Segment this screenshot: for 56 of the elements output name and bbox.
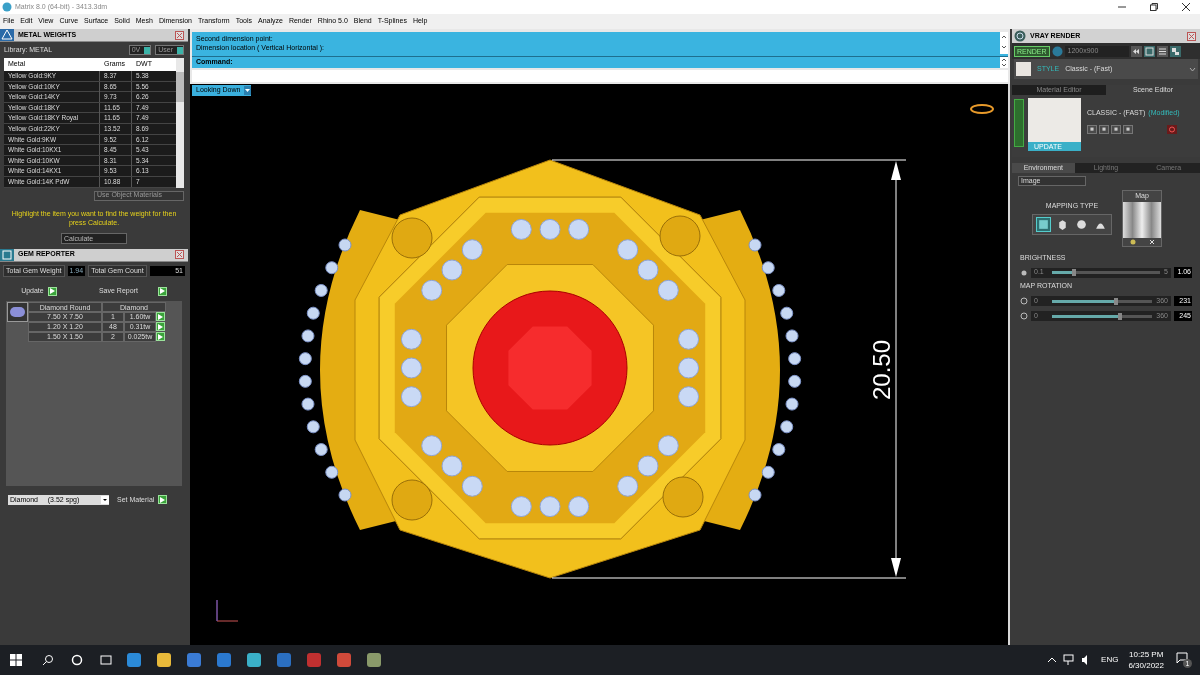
app-icon[interactable] [306,652,322,668]
chevron-up-icon[interactable] [1047,656,1058,664]
rewind-icon[interactable] [1130,45,1142,57]
play-icon[interactable] [156,332,165,342]
app-icon[interactable] [366,652,382,668]
play-icon[interactable] [157,286,167,296]
notification-icon [1176,652,1188,664]
settings-icon[interactable] [1143,45,1155,57]
globe-icon[interactable] [1051,45,1063,57]
palette-icon[interactable] [1129,238,1136,245]
close-button[interactable] [175,250,184,260]
sun-icon [1020,268,1028,277]
close-button[interactable] [175,30,184,40]
reset-icon[interactable] [1167,124,1177,134]
spinner-arrows-icon[interactable] [1000,57,1008,68]
vray-logo-icon [1014,30,1026,42]
axis-icon [216,599,239,622]
task-view-icon[interactable] [100,654,112,666]
gem-report-icon [0,248,14,261]
play-icon[interactable] [158,495,168,505]
slider-track[interactable] [1052,299,1153,303]
search-icon[interactable] [42,654,54,666]
close-icon [176,31,183,39]
caret-icon [101,495,109,504]
map-preview [1123,201,1161,238]
network-icon[interactable] [1063,654,1076,666]
minimize-icon[interactable] [1118,3,1126,11]
close-button[interactable] [1187,31,1196,41]
plane-mapping-icon[interactable] [1037,217,1050,231]
gem-thumbnail [7,301,28,322]
slider-track[interactable] [1052,314,1153,318]
app-logo-icon [2,2,12,12]
play-icon[interactable] [47,286,57,296]
app-icon[interactable] [246,652,262,668]
scroll-arrows-icon[interactable] [1000,32,1008,54]
list-icon[interactable] [1156,45,1168,57]
scrollbar[interactable] [176,58,184,188]
network-icon[interactable] [1169,45,1181,57]
dimension-label: 20.50 [868,339,895,401]
close-icon [176,251,183,259]
clock[interactable]: 10:25 PM 6/30/2022 [1128,649,1164,671]
style-thumbnail [1016,62,1031,76]
cube-mapping-icon[interactable] [1056,217,1069,231]
language-indicator[interactable]: ENG [1101,654,1119,666]
circle-icon[interactable] [71,654,83,666]
windows-start-icon[interactable] [10,654,22,666]
chevron-down-icon [1189,66,1196,72]
slider-track[interactable] [1052,271,1161,274]
sphere-mapping-icon[interactable] [1075,217,1088,231]
close-icon [1188,32,1195,40]
compass-icon[interactable] [970,104,994,114]
caret-icon [244,86,252,95]
scale-icon [0,29,14,41]
restore-icon[interactable] [1150,3,1158,11]
close-icon[interactable] [1182,3,1190,11]
slider-thumb[interactable] [1071,269,1076,276]
